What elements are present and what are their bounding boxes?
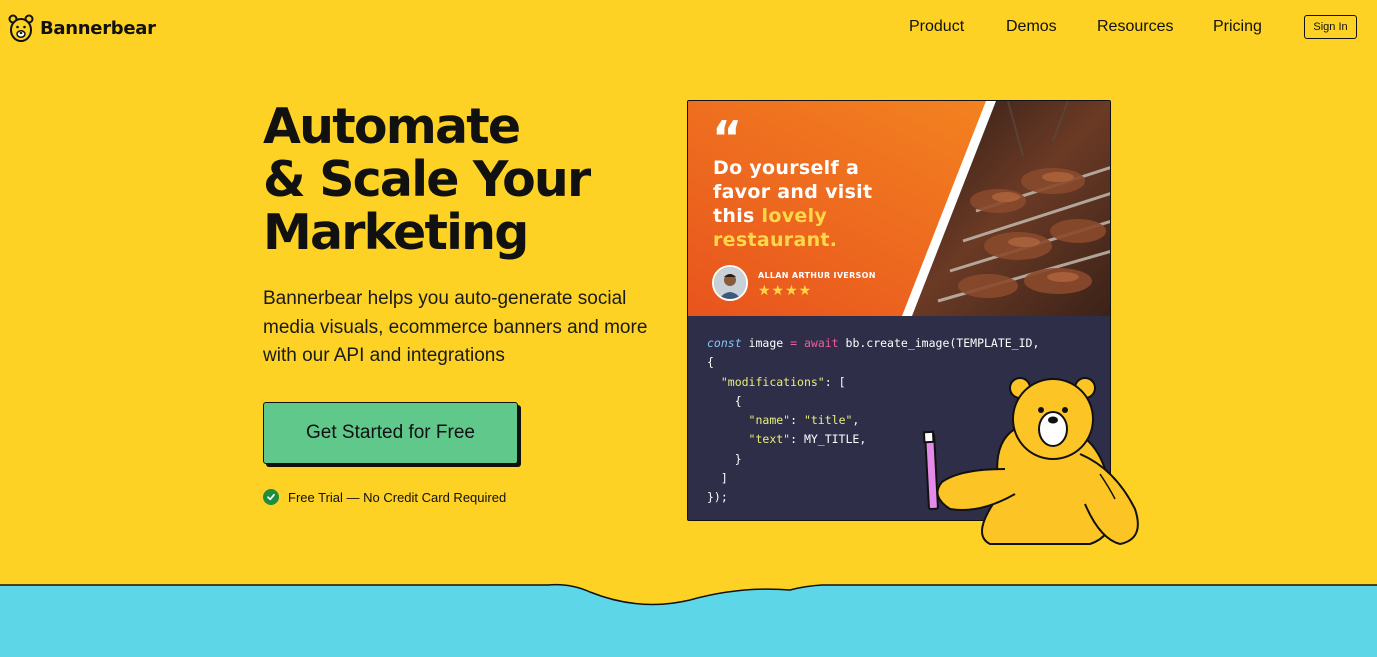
author-avatar [712, 265, 748, 301]
code-string: "name" [748, 413, 791, 428]
brand-name: Bannerbear [40, 17, 156, 39]
code-string: "modifications" [720, 374, 825, 389]
hero-title: Automate & Scale Your Marketing [263, 100, 683, 259]
code-line: { [707, 355, 714, 370]
code-line: { [707, 393, 742, 408]
free-trial-text: Free Trial — No Credit Card Required [288, 489, 507, 505]
get-started-button[interactable]: Get Started for Free [263, 402, 518, 464]
hero-title-line-2: & Scale Your [263, 151, 591, 208]
code-keyword: const [707, 336, 742, 350]
check-circle-icon [263, 489, 279, 505]
free-trial-note: Free Trial — No Credit Card Required [263, 489, 506, 505]
nav-link-resources[interactable]: Resources [1097, 18, 1173, 36]
code-keyword-await: await [803, 336, 839, 350]
code-line: ] [707, 471, 728, 486]
code-token: : [ [824, 374, 846, 389]
sign-in-button[interactable]: Sign In [1304, 15, 1357, 39]
code-string: "title" [803, 413, 853, 428]
bear-mascot-illustration [922, 377, 1139, 546]
quote-mark-icon: “ [712, 111, 743, 165]
rating-stars: ★★★★ [758, 282, 813, 298]
hero-title-line-3: Marketing [263, 204, 529, 261]
author-name: ALLAN ARTHUR IVERSON [758, 271, 876, 280]
code-operator: = [790, 336, 798, 350]
code-token: bb.create_image(TEMPLATE_ID, [838, 336, 1040, 350]
section-divider-wave [0, 583, 1377, 657]
hero-title-line-1: Automate [263, 98, 521, 155]
banner-quote: Do yourself a favor and visit this lovel… [713, 156, 903, 252]
top-nav: Bannerbear Product Demos Resources Prici… [0, 0, 1377, 56]
hero-subtitle: Bannerbear helps you auto-generate socia… [263, 288, 648, 366]
code-token: image [741, 336, 791, 350]
bear-logo-icon [8, 14, 34, 42]
code-line: } [707, 451, 742, 466]
code-line: }); [707, 490, 728, 505]
nav-link-product[interactable]: Product [909, 18, 964, 36]
generated-banner: “ Do yourself a favor and visit this lov… [688, 101, 1110, 316]
code-token: : MY_TITLE, [790, 432, 867, 447]
nav-link-pricing[interactable]: Pricing [1213, 18, 1262, 36]
code-string: "text" [748, 432, 791, 447]
brand-logo[interactable]: Bannerbear [8, 13, 156, 43]
nav-link-demos[interactable]: Demos [1006, 18, 1057, 36]
